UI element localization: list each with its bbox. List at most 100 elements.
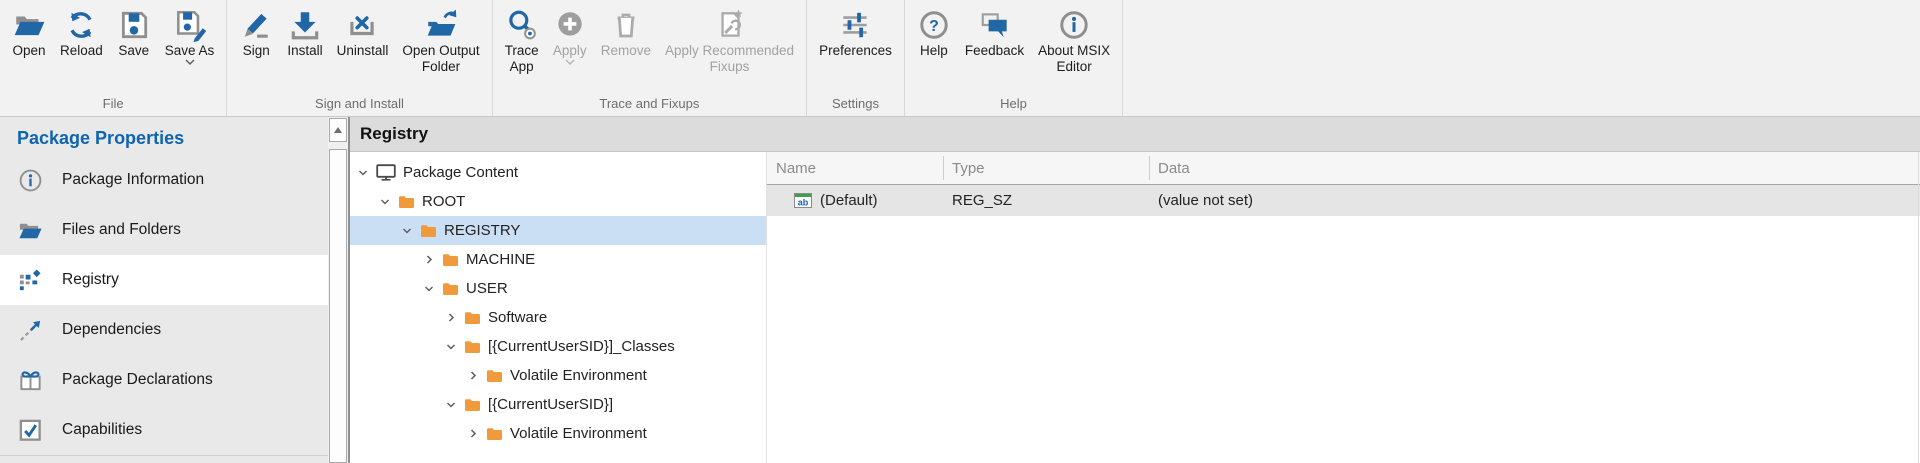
button-label: Open — [12, 43, 45, 59]
folder-icon — [420, 224, 437, 238]
chevron-down-icon[interactable] — [423, 282, 437, 295]
chevron-down-icon — [185, 59, 195, 68]
feedback-icon — [978, 7, 1012, 43]
sidebar-item-files-and-folders[interactable]: Files and Folders — [0, 205, 328, 255]
declarations-icon — [17, 367, 43, 393]
save-button[interactable]: Save — [110, 5, 158, 59]
tree-item-volatile-environment[interactable]: Volatile Environment — [350, 419, 766, 448]
chevron-right-icon[interactable] — [445, 311, 459, 324]
sidebar-item-registry[interactable]: Registry — [0, 255, 328, 305]
tree-item-label: [{CurrentUserSID}] — [488, 396, 613, 413]
chevron-right-icon[interactable] — [467, 427, 481, 440]
sidebar-item-capabilities[interactable]: Capabilities — [0, 405, 328, 455]
ribbon: Open Reload Save Save As File SignInstall Unin… — [0, 0, 1920, 117]
help-button[interactable]: ?Help — [910, 5, 958, 59]
apply-icon — [553, 7, 587, 43]
uninstall-icon — [345, 7, 379, 43]
sign-button[interactable]: Sign — [232, 5, 280, 59]
tree-item-label: ROOT — [422, 193, 465, 210]
tree-item-user[interactable]: USER — [350, 274, 766, 303]
button-label: Help — [920, 43, 948, 59]
open-output-folder-button[interactable]: Open Output Folder — [395, 5, 486, 75]
sidebar-divider — [0, 455, 328, 456]
chevron-right-icon[interactable] — [423, 253, 437, 266]
button-label: Uninstall — [337, 43, 389, 59]
trace-app-button[interactable]: Trace App — [498, 5, 546, 75]
column-header-type[interactable]: Type — [943, 156, 1149, 180]
right-edge-line — [1918, 152, 1919, 463]
open-output-folder-icon — [424, 7, 458, 43]
button-label: Trace App — [505, 43, 539, 75]
sidebar-item-package-declarations[interactable]: Package Declarations — [0, 355, 328, 405]
remove-button[interactable]: Remove — [594, 5, 658, 59]
sidebar-item-label: Package Declarations — [62, 371, 213, 389]
button-label: Save — [118, 43, 149, 59]
ribbon-group-trace-and-fixups: Trace App Apply RemoveApply Recommended Fi… — [493, 0, 807, 116]
button-label: Reload — [60, 43, 103, 59]
folder-icon — [464, 340, 481, 354]
sidebar-item-label: Capabilities — [62, 421, 142, 439]
chevron-down-icon[interactable] — [445, 340, 459, 353]
install-button[interactable]: Install — [280, 5, 329, 59]
tree-item-label: [{CurrentUserSID}]_Classes — [488, 338, 675, 355]
button-label: Apply — [553, 43, 587, 59]
chevron-right-icon[interactable] — [467, 369, 481, 382]
button-label: Preferences — [819, 43, 892, 59]
tree-item-root[interactable]: ROOT — [350, 187, 766, 216]
files-folders-icon — [17, 217, 43, 243]
folder-icon — [442, 253, 459, 267]
button-label: About MSIX Editor — [1038, 43, 1110, 75]
preferences-button[interactable]: Preferences — [812, 5, 899, 59]
table-row-default[interactable]: ab(Default)REG_SZ(value not set) — [767, 185, 1920, 216]
ribbon-group-sign-and-install: SignInstall Uninstall Open Output FolderSi… — [227, 0, 492, 116]
chevron-down-icon — [565, 59, 575, 68]
chevron-down-icon[interactable] — [445, 398, 459, 411]
sidebar-item-dependencies[interactable]: Dependencies — [0, 305, 328, 355]
chevron-down-icon[interactable] — [379, 195, 393, 208]
tree-item-currentusersid[interactable]: [{CurrentUserSID}] — [350, 390, 766, 419]
value-name-label: (Default) — [820, 192, 878, 209]
tree-item-label: Software — [488, 309, 547, 326]
apply-button[interactable]: Apply — [546, 5, 594, 68]
uninstall-button[interactable]: Uninstall — [330, 5, 396, 59]
tree-item-currentusersid-classes[interactable]: [{CurrentUserSID}]_Classes — [350, 332, 766, 361]
tree-item-software[interactable]: Software — [350, 303, 766, 332]
ribbon-group-label: File — [0, 94, 226, 116]
triangle-up-icon — [333, 126, 343, 134]
reload-button[interactable]: Reload — [53, 5, 110, 59]
ribbon-group-help: ?HelpFeedbackAbout MSIX Editor Help — [905, 0, 1123, 116]
tree-item-package-content[interactable]: Package Content — [350, 158, 766, 187]
open-button[interactable]: Open — [5, 5, 53, 59]
main-content: Package Content ROOT REGISTRYMACHINEUSER So… — [350, 152, 1920, 463]
scrollbar-thumb[interactable] — [329, 149, 347, 463]
apply-recommended-fixups-button[interactable]: Apply Recommended Fixups — [658, 5, 801, 75]
save-as-button[interactable]: Save As — [158, 5, 222, 68]
chevron-down-icon[interactable] — [357, 166, 371, 179]
column-header-name[interactable]: Name — [767, 152, 943, 184]
tree-item-machine[interactable]: MACHINE — [350, 245, 766, 274]
about-icon — [1057, 7, 1091, 43]
registry-icon — [17, 267, 43, 293]
ribbon-group-file: Open Reload Save Save As File — [0, 0, 227, 116]
button-label: Apply Recommended Fixups — [665, 43, 794, 75]
folder-icon — [464, 311, 481, 325]
column-header-data[interactable]: Data — [1149, 156, 1920, 180]
scrollbar-up-button[interactable] — [329, 118, 347, 142]
remove-icon — [609, 7, 643, 43]
app-body: Package Properties Package InformationFi… — [0, 117, 1920, 463]
feedback-button[interactable]: Feedback — [958, 5, 1031, 59]
folder-icon — [486, 427, 503, 441]
ribbon-group-buttons: SignInstall Uninstall Open Output Folder — [227, 0, 491, 94]
sign-pen-icon — [239, 7, 273, 43]
about-msix-editor-button[interactable]: About MSIX Editor — [1031, 5, 1117, 75]
tree-item-registry[interactable]: REGISTRY — [350, 216, 766, 245]
ribbon-group-label: Help — [905, 94, 1122, 116]
preferences-icon — [838, 7, 872, 43]
sidebar-item-package-information[interactable]: Package Information — [0, 155, 328, 205]
tree-item-volatile-environment[interactable]: Volatile Environment — [350, 361, 766, 390]
install-icon — [288, 7, 322, 43]
ribbon-group-settings: PreferencesSettings — [807, 0, 905, 116]
chevron-down-icon[interactable] — [401, 224, 415, 237]
save-icon — [117, 7, 151, 43]
info-icon — [17, 167, 43, 193]
